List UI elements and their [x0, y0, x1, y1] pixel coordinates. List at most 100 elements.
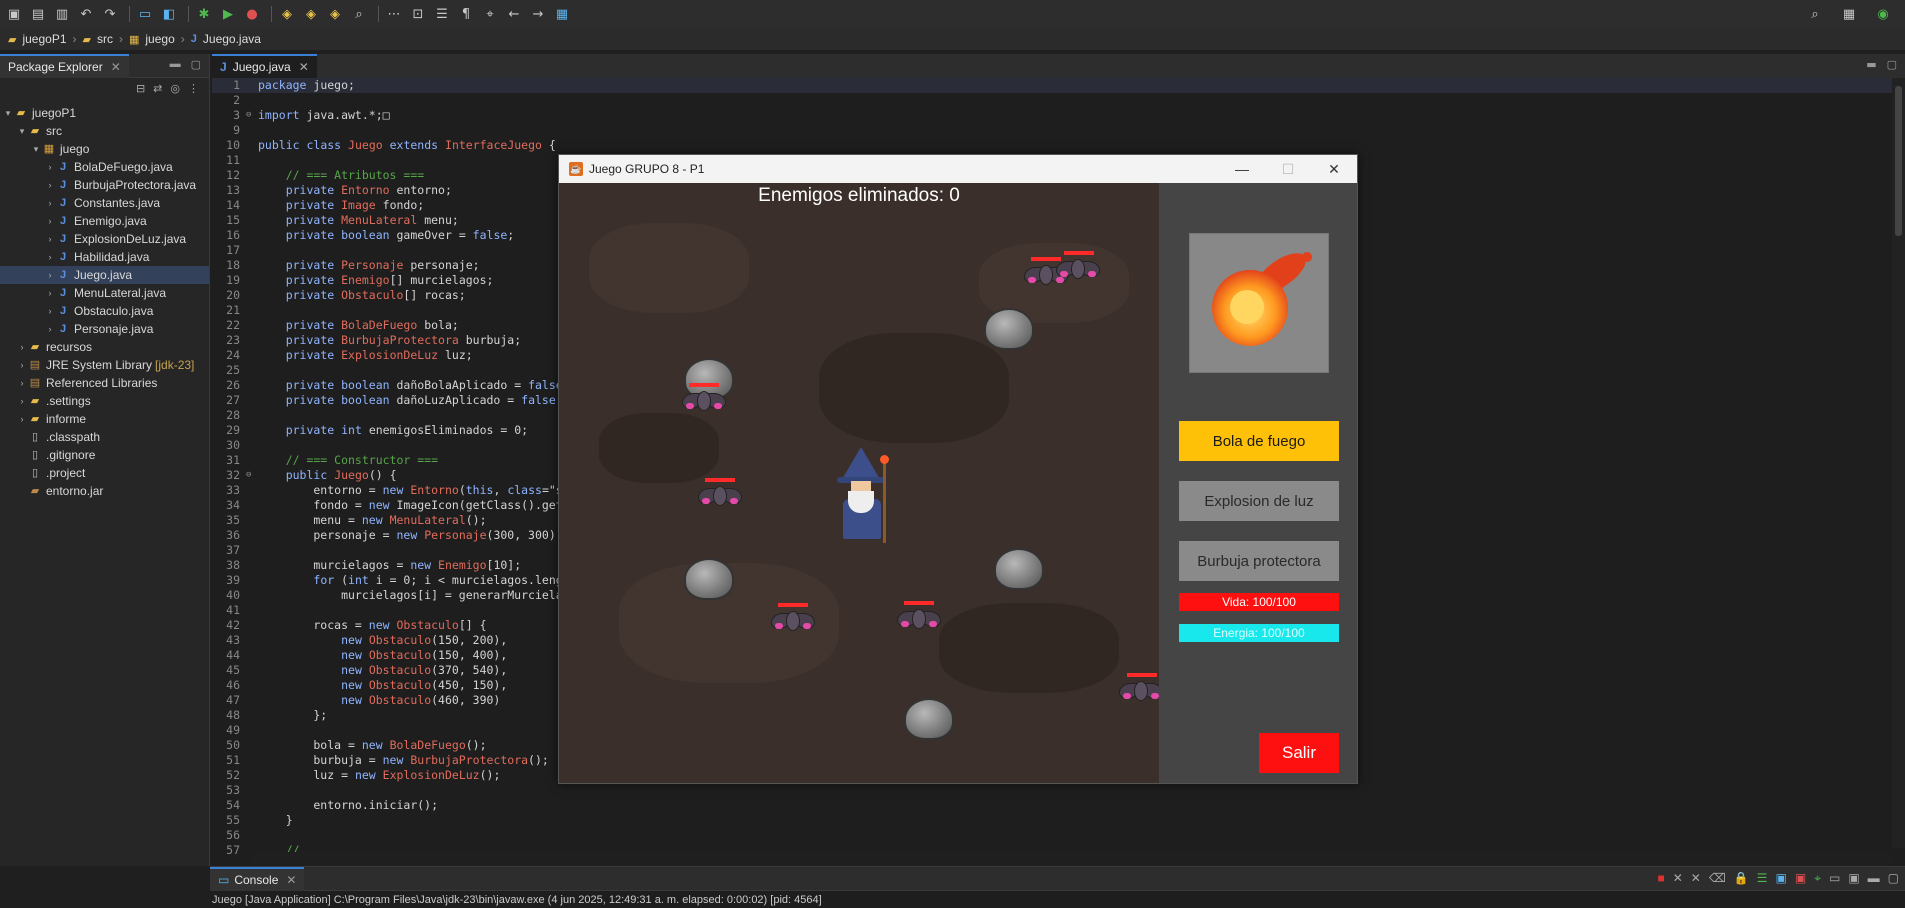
horizontal-scrollbar[interactable]	[252, 852, 1892, 866]
tree-item[interactable]: › ▰ recursos	[0, 338, 209, 356]
tab-juego-java[interactable]: J Juego.java ✕	[212, 54, 317, 78]
chevron-right-icon[interactable]: ›	[44, 320, 56, 338]
tree-item[interactable]: › ▰ informe	[0, 410, 209, 428]
close-button[interactable]: ✕	[1311, 155, 1357, 183]
clear-console-icon[interactable]: ⌫	[1709, 871, 1726, 886]
display-console-icon[interactable]: ▭	[1829, 871, 1840, 886]
tree-item[interactable]: ▾ ▰ src	[0, 122, 209, 140]
back-icon[interactable]: ←	[504, 4, 524, 24]
word-wrap-icon[interactable]: ☰	[1757, 871, 1768, 886]
terminate-icon[interactable]: ■	[1657, 871, 1664, 886]
tree-item[interactable]: › J BurbujaProtectora.java	[0, 176, 209, 194]
minimize-icon[interactable]: ▬	[1868, 871, 1880, 886]
run-icon[interactable]: ▶	[218, 4, 238, 24]
terminal-icon[interactable]: ▭	[135, 4, 155, 24]
breadcrumb-folder[interactable]: src	[97, 32, 113, 46]
maximize-icon[interactable]: ▢	[1887, 58, 1897, 71]
chevron-down-icon[interactable]: ▾	[16, 122, 28, 140]
open-package-icon[interactable]: ◈	[301, 4, 321, 24]
chevron-right-icon[interactable]: ›	[44, 194, 56, 212]
exit-button[interactable]: Salir	[1259, 733, 1339, 773]
chevron-right-icon[interactable]: ›	[44, 230, 56, 248]
close-icon[interactable]: ✕	[111, 60, 121, 74]
global-search-icon[interactable]: ⌕	[1805, 4, 1825, 24]
minimize-button[interactable]: —	[1219, 155, 1265, 183]
tree-item[interactable]: › J Obstaculo.java	[0, 302, 209, 320]
chevron-down-icon[interactable]: ▾	[30, 140, 42, 158]
open-console-icon[interactable]: ▣	[1848, 871, 1859, 886]
tab-console[interactable]: ▭ Console ✕	[210, 866, 305, 891]
tree-item[interactable]: › J Habilidad.java	[0, 248, 209, 266]
remove-all-icon[interactable]: ✕	[1691, 871, 1701, 886]
chevron-right-icon[interactable]: ›	[16, 374, 28, 392]
whitespace-icon[interactable]: ¶	[456, 4, 476, 24]
vertical-scrollbar[interactable]	[1892, 78, 1905, 848]
tab-package-explorer[interactable]: Package Explorer ✕	[0, 53, 129, 78]
light-explosion-button[interactable]: Explosion de luz	[1179, 481, 1339, 521]
chevron-right-icon[interactable]: ›	[16, 392, 28, 410]
minimize-icon[interactable]: ▬	[1866, 58, 1876, 71]
scrollbar-thumb[interactable]	[1895, 86, 1902, 236]
tree-item[interactable]: ▯ .project	[0, 464, 209, 482]
open-folder-icon[interactable]: ◈	[325, 4, 345, 24]
scroll-lock-icon[interactable]: 🔒	[1734, 871, 1749, 886]
perspective-icon[interactable]: ▦	[1839, 4, 1859, 24]
tree-item[interactable]: › J ExplosionDeLuz.java	[0, 230, 209, 248]
java-perspective-icon[interactable]: ◉	[1873, 4, 1893, 24]
forward-icon[interactable]: →	[528, 4, 548, 24]
chevron-right-icon[interactable]: ›	[44, 248, 56, 266]
tree-item[interactable]: ▾ ▰ juegoP1	[0, 104, 209, 122]
coverage-icon[interactable]: ●	[242, 4, 262, 24]
focus-icon[interactable]: ⊡	[408, 4, 428, 24]
breadcrumb-project[interactable]: juegoP1	[22, 32, 66, 46]
tree-item[interactable]: ▾ ▦ juego	[0, 140, 209, 158]
chevron-right-icon[interactable]: ›	[44, 302, 56, 320]
undo-icon[interactable]: ↶	[76, 4, 96, 24]
chevron-right-icon[interactable]: ›	[44, 284, 56, 302]
link-editor-icon[interactable]: ⇄	[153, 82, 162, 95]
close-icon[interactable]: ✕	[286, 873, 296, 887]
game-title-bar[interactable]: ☕ Juego GRUPO 8 - P1 — ☐ ✕	[559, 155, 1357, 183]
maximize-icon[interactable]: ▢	[191, 58, 201, 71]
focus-icon[interactable]: ◎	[170, 82, 180, 95]
debug-icon[interactable]: ✱	[194, 4, 214, 24]
pin-icon[interactable]: ⌖	[480, 4, 500, 24]
show-stderr-icon[interactable]: ▣	[1795, 871, 1806, 886]
tree-item[interactable]: › J BolaDeFuego.java	[0, 158, 209, 176]
tree-item[interactable]: › ▤ Referenced Libraries	[0, 374, 209, 392]
chevron-right-icon[interactable]: ›	[44, 266, 56, 284]
tree-item[interactable]: › J MenuLateral.java	[0, 284, 209, 302]
tree-item[interactable]: › J Personaje.java	[0, 320, 209, 338]
tree-item[interactable]: ▯ .gitignore	[0, 446, 209, 464]
search-icon[interactable]: ⌕	[349, 4, 369, 24]
block-icon[interactable]: ☰	[432, 4, 452, 24]
chevron-right-icon[interactable]: ›	[44, 212, 56, 230]
annotation-icon[interactable]: ⋯	[384, 4, 404, 24]
pin-console-icon[interactable]: ⌖	[1814, 871, 1821, 886]
tree-item[interactable]: › J Juego.java	[0, 266, 209, 284]
view-menu-icon[interactable]: ⋮	[188, 82, 199, 95]
new-icon[interactable]: ▣	[4, 4, 24, 24]
chevron-down-icon[interactable]: ▾	[2, 104, 14, 122]
chevron-right-icon[interactable]: ›	[44, 176, 56, 194]
protective-bubble-button[interactable]: Burbuja protectora	[1179, 541, 1339, 581]
fireball-button[interactable]: Bola de fuego	[1179, 421, 1339, 461]
tree-item[interactable]: ▯ .classpath	[0, 428, 209, 446]
tree-item[interactable]: › J Constantes.java	[0, 194, 209, 212]
show-stdout-icon[interactable]: ▣	[1776, 871, 1787, 886]
collapse-all-icon[interactable]: ⊟	[136, 82, 145, 95]
window-icon[interactable]: ▦	[552, 4, 572, 24]
save-icon[interactable]: ▤	[28, 4, 48, 24]
close-icon[interactable]: ✕	[299, 60, 309, 74]
chevron-right-icon[interactable]: ›	[16, 338, 28, 356]
open-type-icon[interactable]: ◈	[277, 4, 297, 24]
fold-icon[interactable]: ⊖	[246, 468, 254, 483]
chevron-right-icon[interactable]: ›	[16, 356, 28, 374]
maximize-icon[interactable]: ▢	[1888, 871, 1899, 886]
remove-launch-icon[interactable]: ✕	[1673, 871, 1683, 886]
redo-icon[interactable]: ↷	[100, 4, 120, 24]
tree-item[interactable]: › ▤ JRE System Library [jdk-23]	[0, 356, 209, 374]
toggle-icon[interactable]: ◧	[159, 4, 179, 24]
tree-item[interactable]: ▰ entorno.jar	[0, 482, 209, 500]
save-all-icon[interactable]: ▥	[52, 4, 72, 24]
